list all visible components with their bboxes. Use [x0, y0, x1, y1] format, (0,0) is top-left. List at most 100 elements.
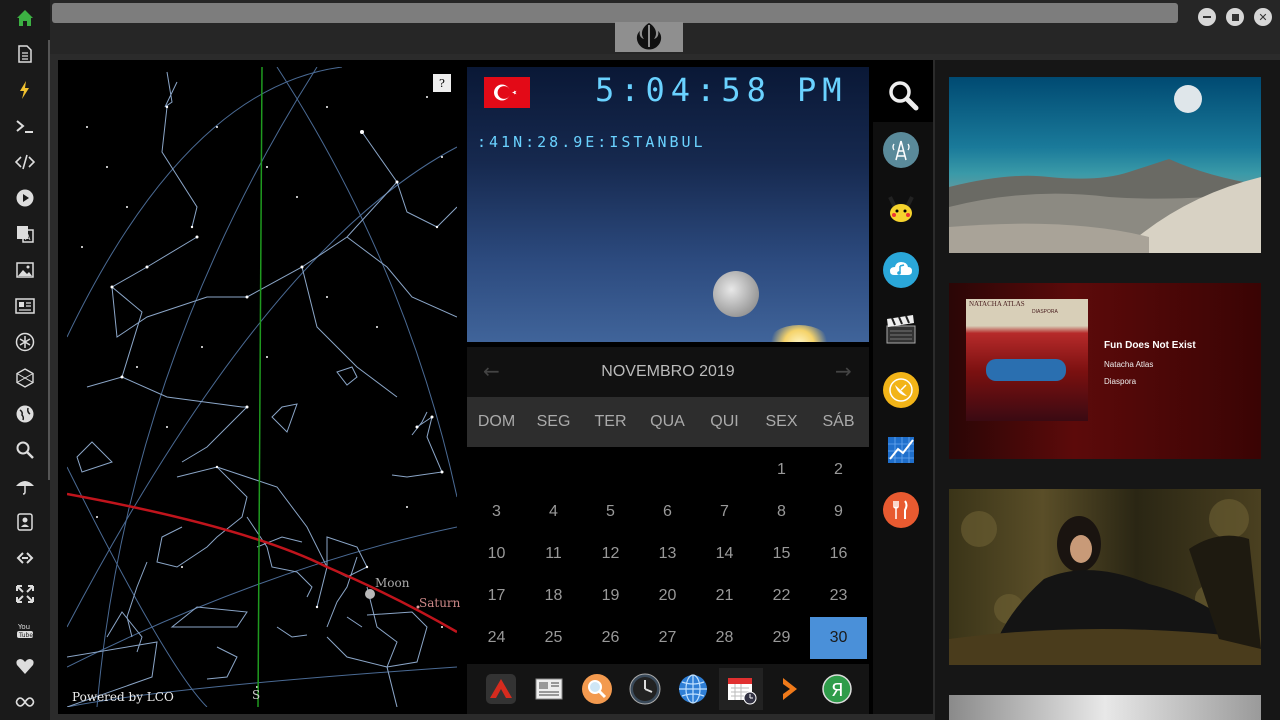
calendar-day[interactable]: 27 — [639, 617, 696, 659]
contacts-icon[interactable] — [13, 510, 37, 534]
weekday-label: QUA — [650, 413, 685, 430]
artist-photo[interactable] — [949, 489, 1261, 665]
terminal-icon[interactable] — [13, 114, 37, 138]
close-icon: ✕ — [1258, 10, 1268, 24]
sidebar-scrollbar[interactable] — [48, 40, 50, 480]
calendar-day[interactable]: 8 — [753, 491, 810, 533]
arrow-right-icon[interactable]: → — [835, 359, 852, 383]
magnifier-button[interactable] — [873, 67, 933, 122]
calendar-app-icon[interactable] — [719, 668, 763, 710]
browser-globe-icon[interactable] — [671, 668, 715, 710]
asterisk-icon[interactable] — [13, 330, 37, 354]
lightning-icon[interactable] — [13, 78, 37, 102]
now-playing-card[interactable]: NATACHA ATLAS DIASPORA Fun Does Not Exis… — [949, 283, 1261, 459]
calendar-day[interactable]: 28 — [696, 617, 753, 659]
calendar: ← NOVEMBRO 2019 → DOM SEG TER QUA QUI SE… — [467, 347, 869, 661]
play-icon[interactable] — [13, 186, 37, 210]
app-launcher-icon[interactable] — [479, 668, 523, 710]
news-reader-icon[interactable] — [527, 668, 571, 710]
moon-marker[interactable] — [365, 589, 375, 599]
clapperboard-icon[interactable] — [883, 312, 919, 348]
expand-icon[interactable] — [13, 582, 37, 606]
cover-figure — [986, 359, 1066, 381]
calendar-day[interactable]: 7 — [696, 491, 753, 533]
saturn-label: Saturn — [419, 596, 461, 610]
album-cover-artist: NATACHA ATLAS — [969, 300, 1025, 308]
search-icon[interactable] — [13, 438, 37, 462]
infinity-icon[interactable] — [13, 690, 37, 714]
logo-tab[interactable] — [615, 22, 683, 52]
sky-map[interactable] — [67, 67, 457, 707]
calendar-day-today[interactable]: 30 — [810, 617, 867, 659]
help-button[interactable]: ? — [433, 74, 451, 92]
maximize-icon — [1231, 13, 1239, 21]
desert-photo[interactable] — [949, 77, 1261, 253]
satellite-dish-icon[interactable] — [883, 372, 919, 408]
close-button[interactable]: ✕ — [1254, 8, 1272, 26]
document-icon[interactable] — [13, 42, 37, 66]
youtube-icon[interactable]: You Tube — [13, 618, 37, 642]
code-icon[interactable] — [13, 150, 37, 174]
calendar-day[interactable]: 22 — [753, 575, 810, 617]
arrow-app-icon[interactable] — [767, 668, 811, 710]
search-app-icon[interactable] — [575, 668, 619, 710]
yandex-icon[interactable]: Я — [815, 668, 859, 710]
calendar-day[interactable]: 14 — [696, 533, 753, 575]
calendar-header: ← NOVEMBRO 2019 → — [467, 347, 869, 397]
calendar-day[interactable]: 10 — [468, 533, 525, 575]
weekday-label: SEX — [765, 413, 798, 430]
calendar-day[interactable]: 4 — [525, 491, 582, 533]
dock: Я — [467, 664, 869, 714]
south-label: S — [252, 688, 261, 702]
calendar-day[interactable]: 17 — [468, 575, 525, 617]
pikachu-icon[interactable] — [883, 192, 919, 228]
calendar-day[interactable]: 29 — [753, 617, 810, 659]
calendar-day[interactable]: 11 — [525, 533, 582, 575]
globe-icon[interactable] — [13, 402, 37, 426]
sun-glow — [767, 325, 831, 342]
maximize-button[interactable] — [1226, 8, 1244, 26]
clock-time: 5:04:58 — [595, 71, 772, 109]
svg-text:Я: Я — [831, 680, 844, 701]
calendar-day[interactable]: 6 — [639, 491, 696, 533]
album-cover-title: DIASPORA — [1032, 309, 1058, 315]
home-icon[interactable] — [13, 6, 37, 30]
calendar-day[interactable]: 23 — [810, 575, 867, 617]
radio-tower-icon[interactable] — [883, 132, 919, 168]
hexagon-icon[interactable] — [13, 366, 37, 390]
minimize-button[interactable] — [1198, 8, 1216, 26]
calendar-day[interactable]: 2 — [810, 449, 867, 491]
calendar-day[interactable]: 19 — [582, 575, 639, 617]
calendar-day[interactable]: 20 — [639, 575, 696, 617]
umbrella-icon[interactable] — [13, 474, 37, 498]
calendar-day[interactable]: 5 — [582, 491, 639, 533]
translate-icon[interactable]: A — [13, 222, 37, 246]
calendar-day[interactable]: 9 — [810, 491, 867, 533]
calendar-day[interactable]: 25 — [525, 617, 582, 659]
moon-image — [713, 271, 759, 317]
clock-app-icon[interactable] — [623, 668, 667, 710]
weekday-label: SEG — [536, 413, 571, 430]
calendar-day[interactable]: 21 — [696, 575, 753, 617]
stars — [81, 96, 444, 688]
calendar-day[interactable]: 24 — [468, 617, 525, 659]
image-icon[interactable] — [13, 258, 37, 282]
link-icon[interactable] — [13, 546, 37, 570]
restaurant-icon[interactable] — [883, 492, 919, 528]
cloud-music-icon[interactable] — [883, 252, 919, 288]
calendar-day[interactable]: 3 — [468, 491, 525, 533]
heart-icon[interactable] — [13, 654, 37, 678]
calendar-day[interactable]: 1 — [753, 449, 810, 491]
calendar-day[interactable]: 18 — [525, 575, 582, 617]
news-icon[interactable] — [13, 294, 37, 318]
chart-icon[interactable] — [883, 432, 919, 468]
song-artist: Natacha Atlas — [1104, 360, 1154, 369]
calendar-day[interactable]: 15 — [753, 533, 810, 575]
calendar-day[interactable]: 26 — [582, 617, 639, 659]
calendar-day[interactable]: 13 — [639, 533, 696, 575]
calendar-day[interactable]: 12 — [582, 533, 639, 575]
address-bar[interactable] — [52, 3, 1178, 23]
calendar-day[interactable]: 16 — [810, 533, 867, 575]
album-cover: NATACHA ATLAS DIASPORA — [966, 299, 1088, 421]
next-photo[interactable] — [949, 695, 1261, 720]
